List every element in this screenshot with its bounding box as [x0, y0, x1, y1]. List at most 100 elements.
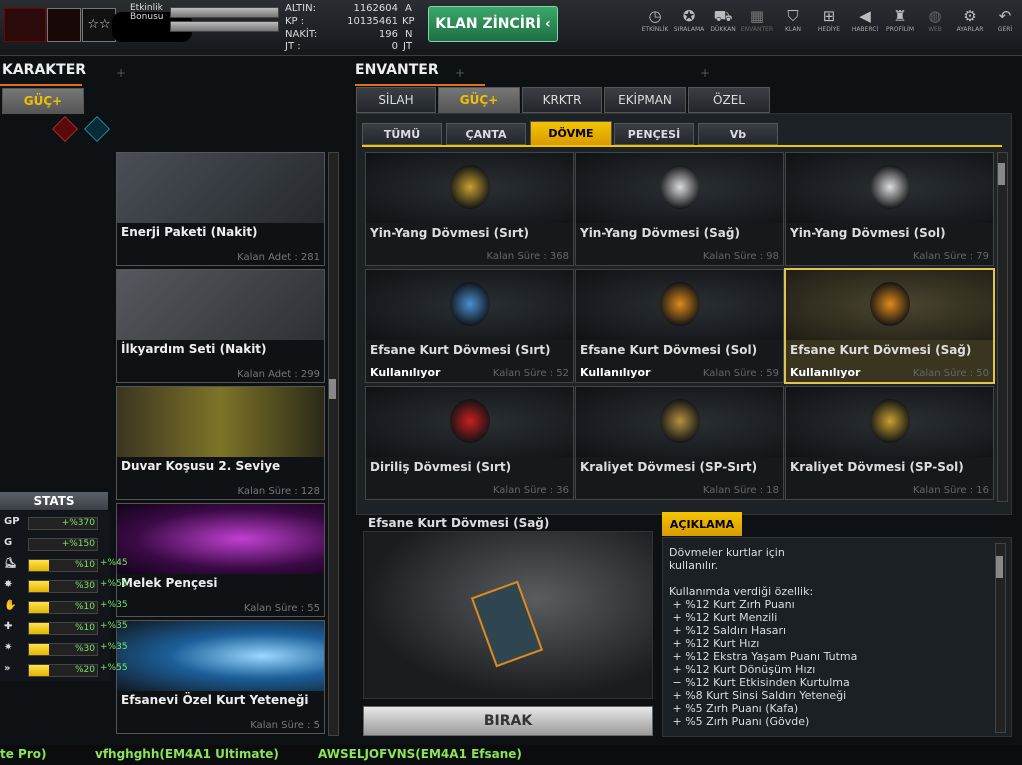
plus-marker: +	[455, 66, 466, 80]
nav-web-label: WEB	[928, 26, 942, 33]
tab-special[interactable]: ÖZEL	[688, 87, 770, 113]
subtab-bag[interactable]: ÇANTA	[446, 123, 526, 145]
grid-item[interactable]: Yin-Yang Dövmesi (Sol) Kalan Süre : 79	[785, 152, 994, 266]
tab-power[interactable]: GÜÇ+	[438, 87, 520, 113]
item-info: Kalan Adet : 299	[237, 369, 320, 380]
stat-value: %10	[74, 560, 95, 570]
nav-web[interactable]: ◍ WEB	[918, 6, 952, 50]
bonus-bar	[170, 21, 279, 32]
tab-equipment[interactable]: EKİPMAN	[604, 87, 686, 113]
top-bar: ☆☆ Etkinlik Bonusu ALTIN: 1162604 A KP :…	[0, 0, 1022, 56]
nav-settings[interactable]: ⚙ AYARLAR	[953, 6, 987, 50]
nav-gift[interactable]: ⊞ HEDİYE	[812, 6, 846, 50]
stat-fill	[29, 644, 50, 655]
item-name: Kraliyet Dövmesi (SP-Sırt)	[580, 460, 758, 474]
clan-logo	[4, 8, 46, 42]
item-name: Efsane Kurt Dövmesi (Sol)	[580, 343, 758, 357]
item-name: Kraliyet Dövmesi (SP-Sol)	[790, 460, 964, 474]
cart-icon: ⛟	[713, 7, 733, 25]
chevron-left-icon: ‹	[544, 16, 551, 32]
feed-entry: AWSELJOFVNS(EM4A1 Efsane)	[318, 747, 522, 761]
nav-messenger[interactable]: ◀ HABERCİ	[848, 6, 882, 50]
nav-settings-label: AYARLAR	[956, 26, 984, 33]
tab-power-left[interactable]: GÜÇ+	[2, 88, 84, 114]
nav-back[interactable]: ↶ GERİ	[988, 6, 1022, 50]
nav-event[interactable]: ◷ ETKİNLİK	[638, 6, 672, 50]
tattoo-emblem-icon	[450, 399, 490, 443]
grid-item[interactable]: Kraliyet Dövmesi (SP-Sırt) Kalan Süre : …	[575, 386, 784, 500]
tattoo-preview-icon	[470, 580, 544, 668]
inventory-icon: ▦	[749, 7, 765, 25]
item-name: Melek Pençesi	[121, 576, 218, 590]
grid-item[interactable]: Efsane Kurt Dövmesi (Sırt) Kullanılıyor …	[365, 269, 574, 383]
nav-profile[interactable]: ♜ PROFİLİM	[883, 6, 917, 50]
detail-preview-image	[363, 531, 653, 699]
gear-icon: ⚙	[963, 7, 977, 25]
stat-value: +%150	[61, 539, 95, 549]
star-rank-icon: ☆☆	[82, 8, 116, 42]
plus-marker: +	[116, 66, 127, 80]
tattoo-emblem-icon	[870, 282, 910, 326]
grid-item[interactable]: Diriliş Dövmesi (Sırt) Kalan Süre : 36	[365, 386, 574, 500]
hand-icon: ✋	[4, 600, 17, 611]
left-scrollbar[interactable]	[328, 152, 339, 736]
nav-clan-label: KLAN	[784, 26, 801, 33]
grid-item[interactable]: Kraliyet Dövmesi (SP-Sol) Kalan Süre : 1…	[785, 386, 994, 500]
tab-weapon[interactable]: SİLAH	[356, 87, 436, 113]
list-item[interactable]: Melek Pençesi Kalan Süre : 55	[116, 503, 325, 617]
left-scroll-thumb[interactable]	[329, 379, 336, 399]
kp-value: 10135461	[347, 16, 398, 27]
description-tab[interactable]: AÇIKLAMA	[662, 512, 742, 536]
feed-entry: te Pro)	[0, 747, 47, 761]
subtab-claw[interactable]: PENÇESİ	[614, 123, 694, 145]
stats-title: STATS	[0, 492, 108, 510]
grid-scrollbar[interactable]	[997, 152, 1008, 502]
stat-bonus: +%35	[100, 642, 128, 652]
nav-ranking[interactable]: ✪ SIRALAMA	[672, 6, 706, 50]
item-info: Kalan Süre : 50	[912, 368, 989, 379]
cash-value: 196	[378, 29, 398, 40]
jt-unit: JT	[403, 41, 413, 52]
gold-label: ALTIN:	[285, 3, 316, 14]
list-item[interactable]: Duvar Koşusu 2. Seviye Kalan Süre : 128	[116, 386, 325, 500]
medal-icon: ✪	[682, 7, 696, 25]
grid-scroll-thumb[interactable]	[998, 163, 1005, 185]
item-info: Kalan Süre : 59	[702, 368, 779, 379]
nav-clan[interactable]: ⛉ KLAN	[776, 6, 810, 50]
item-info: Kalan Süre : 55	[243, 603, 320, 614]
list-item[interactable]: Efsanevi Özel Kurt Yeteneği Kalan Süre :…	[116, 620, 325, 734]
description-scrollbar[interactable]	[995, 543, 1006, 733]
stat-bar: %10	[28, 559, 98, 572]
clock-icon: ◷	[648, 7, 662, 25]
list-item[interactable]: Enerji Paketi (Nakit) Kalan Adet : 281	[116, 152, 325, 266]
grid-item[interactable]: Yin-Yang Dövmesi (Sağ) Kalan Süre : 98	[575, 152, 784, 266]
grid-item-selected[interactable]: Efsane Kurt Dövmesi (Sağ) Kullanılıyor K…	[784, 268, 995, 384]
stat-value: %10	[74, 623, 95, 633]
nav-shop[interactable]: ⛟ DÜKKAN	[706, 6, 740, 50]
stat-value: %30	[74, 644, 95, 654]
subtab-all[interactable]: TÜMÜ	[362, 123, 442, 145]
item-name: Efsane Kurt Dövmesi (Sırt)	[370, 343, 551, 357]
globe-icon: ◍	[928, 7, 942, 25]
description-text: Dövmeler kurtlar için kullanılır. Kullan…	[669, 546, 858, 728]
grid-item[interactable]: Efsane Kurt Dövmesi (Sol) Kullanılıyor K…	[575, 269, 784, 383]
item-info: Kalan Süre : 98	[702, 251, 779, 262]
stat-value: %20	[74, 665, 95, 675]
red-skill-icon[interactable]	[52, 116, 78, 142]
tattoo-emblem-icon	[660, 165, 700, 209]
tab-character[interactable]: KRKTR	[522, 87, 602, 113]
subtab-other[interactable]: Vb	[698, 123, 778, 145]
clan-chain-label: KLAN ZİNCİRİ	[435, 16, 541, 32]
list-item[interactable]: İlkyardım Seti (Nakit) Kalan Adet : 299	[116, 269, 325, 383]
wolf-skill-image	[117, 621, 324, 691]
drop-button[interactable]: BIRAK	[363, 706, 653, 736]
blue-skill-icon[interactable]	[84, 116, 110, 142]
tattoo-emblem-icon	[450, 165, 490, 209]
subtab-tattoo[interactable]: DÖVME	[530, 121, 612, 146]
nav-inventory[interactable]: ▦ ENVANTER	[740, 6, 774, 50]
item-name: Efsanevi Özel Kurt Yeteneği	[121, 693, 309, 707]
description-scroll-thumb[interactable]	[996, 556, 1003, 578]
clan-chain-button[interactable]: KLAN ZİNCİRİ ‹	[428, 6, 558, 42]
grid-item[interactable]: Yin-Yang Dövmesi (Sırt) Kalan Süre : 368	[365, 152, 574, 266]
in-use-label: Kullanılıyor	[580, 366, 651, 379]
